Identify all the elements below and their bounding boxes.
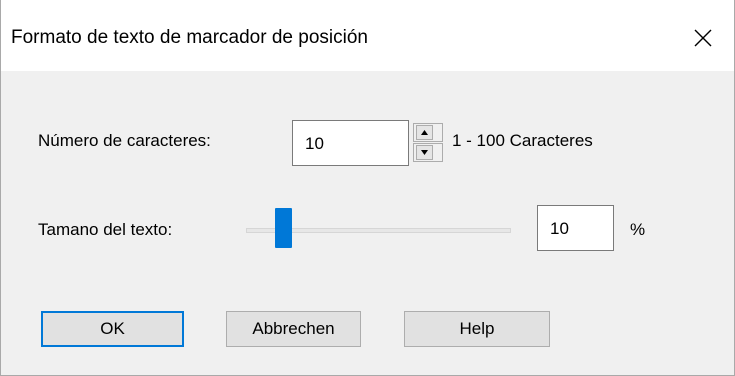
text-size-label: Tamano del texto: (38, 220, 173, 239)
spin-down-face (416, 145, 433, 160)
text-size-slider-thumb[interactable] (275, 208, 292, 248)
cancel-button[interactable]: Abbrechen (226, 311, 361, 347)
ok-button[interactable]: OK (41, 311, 184, 347)
spin-up-face (416, 125, 433, 140)
characters-input[interactable]: 10 (292, 120, 409, 166)
arrow-down-icon (421, 150, 428, 155)
help-button[interactable]: Help (404, 311, 550, 347)
placeholder-text-format-dialog: Formato de texto de marcador de posición… (0, 0, 735, 376)
text-size-input[interactable]: 10 (537, 205, 614, 251)
characters-increment-button[interactable] (413, 123, 443, 142)
text-size-input-value: 10 (550, 219, 569, 238)
characters-label: Número de caracteres: (38, 131, 211, 150)
dialog-title: Formato de texto de marcador de posición (11, 27, 368, 48)
dialog-body: Número de caracteres: 10 1 - 100 Caracte… (1, 71, 734, 375)
percent-unit-label: % (630, 220, 646, 239)
title-bar: Formato de texto de marcador de posición (1, 0, 734, 71)
characters-range-text: 1 - 100 Caracteres (452, 131, 593, 150)
close-icon (694, 29, 712, 47)
close-button[interactable] (673, 16, 733, 60)
characters-input-value: 10 (305, 134, 324, 153)
arrow-up-icon (421, 130, 428, 135)
characters-decrement-button[interactable] (413, 143, 443, 162)
